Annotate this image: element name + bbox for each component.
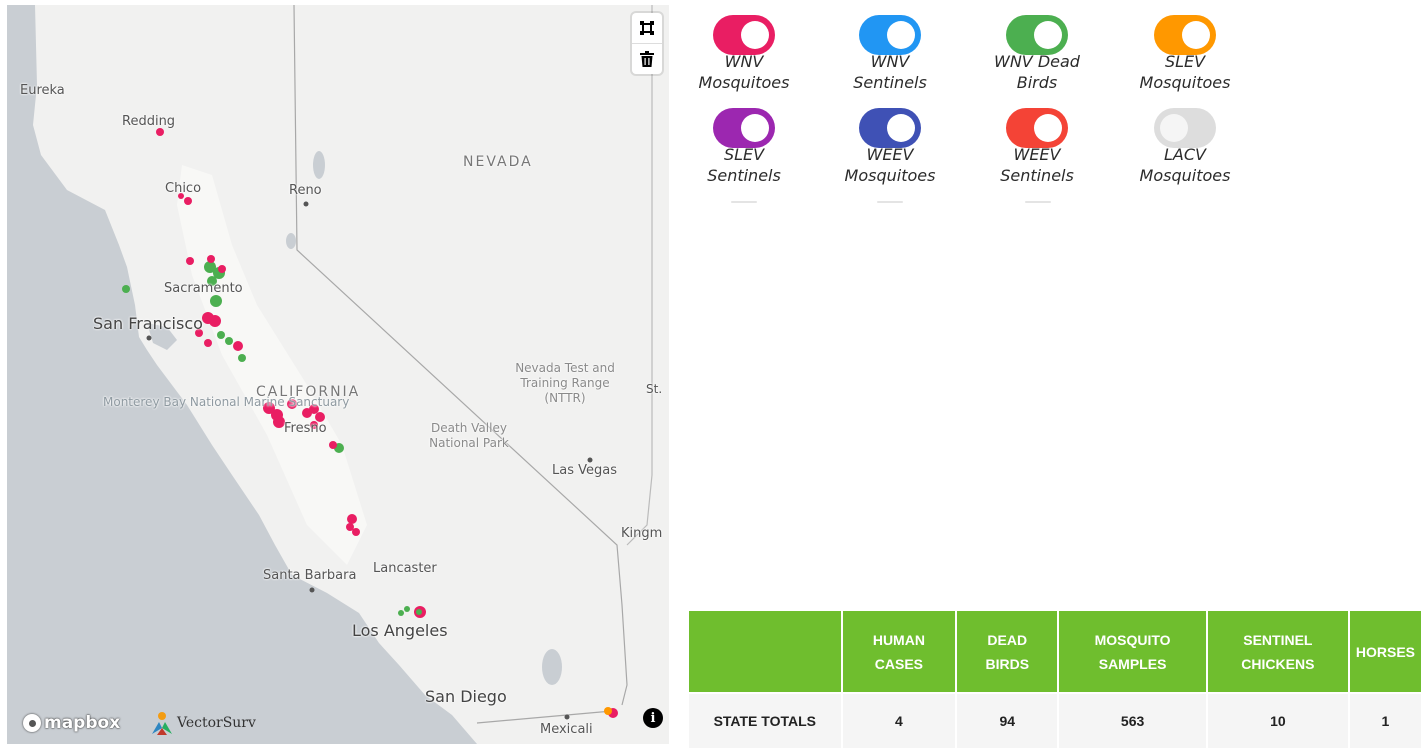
mapbox-icon <box>23 714 41 732</box>
layer-toggle-wnv-dead-birds[interactable]: WNV Dead Birds <box>982 15 1092 93</box>
toggle-knob <box>741 114 769 142</box>
place-los-angeles: Los Angeles <box>352 621 448 640</box>
value-human-cases: 4 <box>841 692 958 748</box>
value-horses: 1 <box>1348 692 1421 748</box>
header-blank <box>689 611 843 693</box>
toggle-knob <box>741 21 769 49</box>
ca-nv-border <box>293 5 628 706</box>
sf-dot <box>146 335 152 341</box>
polygon-draw-button[interactable] <box>632 13 662 44</box>
header-dead-birds: DEAD BIRDS <box>956 611 1060 693</box>
toggle-label-line2: Sentinels <box>853 73 927 92</box>
salton-sea <box>542 649 562 685</box>
place-kingman: Kingm <box>621 526 663 541</box>
toggle-switch[interactable] <box>1006 15 1068 55</box>
vectorsurv-logo[interactable]: VectorSurv <box>149 710 256 736</box>
place-san-diego: San Diego <box>425 687 507 706</box>
toggle-knob <box>1034 114 1062 142</box>
place-nevada-test: Nevada Test and Training Range (NTTR) <box>515 361 615 405</box>
toggle-switch[interactable] <box>1154 108 1216 148</box>
toggle-switch[interactable] <box>859 15 921 55</box>
place-sacramento: Sacramento <box>164 281 243 296</box>
toggle-label-line2: Sentinels <box>1000 166 1074 185</box>
toggle-label-line2: Mosquitoes <box>844 166 936 185</box>
layer-toggle-lacv-mosquitoes[interactable]: LACV Mosquitoes <box>1130 108 1240 186</box>
toggle-knob <box>887 114 915 142</box>
state-totals-table: HUMAN CASES DEAD BIRDS MOSQUITO SAMPLES SEN… <box>689 611 1421 748</box>
mexicali-dot <box>564 714 570 720</box>
toggle-label-line2: Mosquitoes <box>1139 73 1231 92</box>
trash-icon <box>640 51 654 67</box>
header-mosquito-samples: MOSQUITO SAMPLES <box>1058 611 1208 693</box>
toggle-switch[interactable] <box>713 15 775 55</box>
toggle-knob <box>1034 21 1062 49</box>
delete-button[interactable] <box>632 44 662 74</box>
toggle-switch[interactable] <box>1006 108 1068 148</box>
place-lancaster: Lancaster <box>373 561 437 576</box>
pyramid-lake <box>313 151 325 179</box>
place-redding: Redding <box>122 114 176 129</box>
draw-controls <box>632 13 662 74</box>
toggle-knob <box>887 21 915 49</box>
place-san-francisco: San Francisco <box>93 314 203 333</box>
toggle-peek <box>731 201 757 203</box>
header-human-cases: HUMAN CASES <box>841 611 958 693</box>
fresno-bird-point <box>337 445 343 451</box>
mapbox-logo[interactable]: mapbox <box>23 713 120 733</box>
header-sentinel-chickens: SENTINEL CHICKENS <box>1206 611 1350 693</box>
toggle-knob <box>1182 21 1210 49</box>
place-fresno: Fresno <box>284 421 327 436</box>
layer-toggle-wnv-mosquitoes[interactable]: WNV Mosquitoes <box>689 15 799 93</box>
place-mexicali: Mexicali <box>540 722 593 737</box>
toggle-label-line2: Birds <box>1016 73 1058 92</box>
value-sentinel-chickens: 10 <box>1206 692 1350 748</box>
lake-tahoe <box>286 233 296 249</box>
place-st: St. <box>646 382 663 396</box>
place-las-vegas: Las Vegas <box>552 463 617 478</box>
mapbox-label: mapbox <box>44 713 121 733</box>
layer-toggle-slev-sentinels[interactable]: SLEV Sentinels <box>689 108 799 186</box>
row-label: STATE TOTALS <box>689 692 843 748</box>
value-mosquito-samples: 563 <box>1058 692 1208 748</box>
place-monterey: Monterey Bay National Marine Sanctuary <box>103 395 350 409</box>
place-death-valley: Death Valley National Park <box>429 421 509 450</box>
place-eureka: Eureka <box>20 83 65 98</box>
polygon-draw-icon <box>640 21 654 35</box>
place-reno: Reno <box>289 183 322 198</box>
info-button[interactable]: i <box>643 708 663 728</box>
state-totals-row: STATE TOTALS 4 94 563 10 1 <box>689 692 1421 748</box>
layer-toggle-weev-mosquitoes[interactable]: WEEV Mosquitoes <box>835 108 945 186</box>
toggle-switch[interactable] <box>859 108 921 148</box>
reno-dot <box>303 201 309 207</box>
vectorsurv-label: VectorSurv <box>177 715 256 731</box>
totals-header-row: HUMAN CASES DEAD BIRDS MOSQUITO SAMPLES SEN… <box>689 611 1421 693</box>
toggle-peek <box>1025 201 1051 203</box>
header-horses: HORSES <box>1348 611 1421 693</box>
la-bird-point <box>416 609 422 615</box>
vectorsurv-icon <box>152 712 172 735</box>
layer-toggle-slev-mosquitoes[interactable]: SLEV Mosquitoes <box>1130 15 1240 93</box>
map-view[interactable]: Eureka Redding Chico Reno NEVADA Sacrame… <box>7 5 669 744</box>
toggle-label-line2: Mosquitoes <box>698 73 790 92</box>
lv-dot <box>587 457 593 463</box>
slev-point <box>604 707 612 715</box>
toggle-switch[interactable] <box>713 108 775 148</box>
layer-toggle-weev-sentinels[interactable]: WEEV Sentinels <box>982 108 1092 186</box>
toggle-peek <box>877 201 903 203</box>
place-santa-barbara: Santa Barbara <box>263 568 357 583</box>
place-chico: Chico <box>165 181 202 196</box>
sb-dot <box>309 587 315 593</box>
toggle-switch[interactable] <box>1154 15 1216 55</box>
layer-toggle-wnv-sentinels[interactable]: WNV Sentinels <box>835 15 945 93</box>
toggle-knob <box>1160 114 1188 142</box>
toggle-label-line2: Mosquitoes <box>1139 166 1231 185</box>
nv-az-border <box>626 5 653 546</box>
value-dead-birds: 94 <box>956 692 1060 748</box>
toggle-label-line2: Sentinels <box>707 166 781 185</box>
place-nevada: NEVADA <box>463 154 533 170</box>
